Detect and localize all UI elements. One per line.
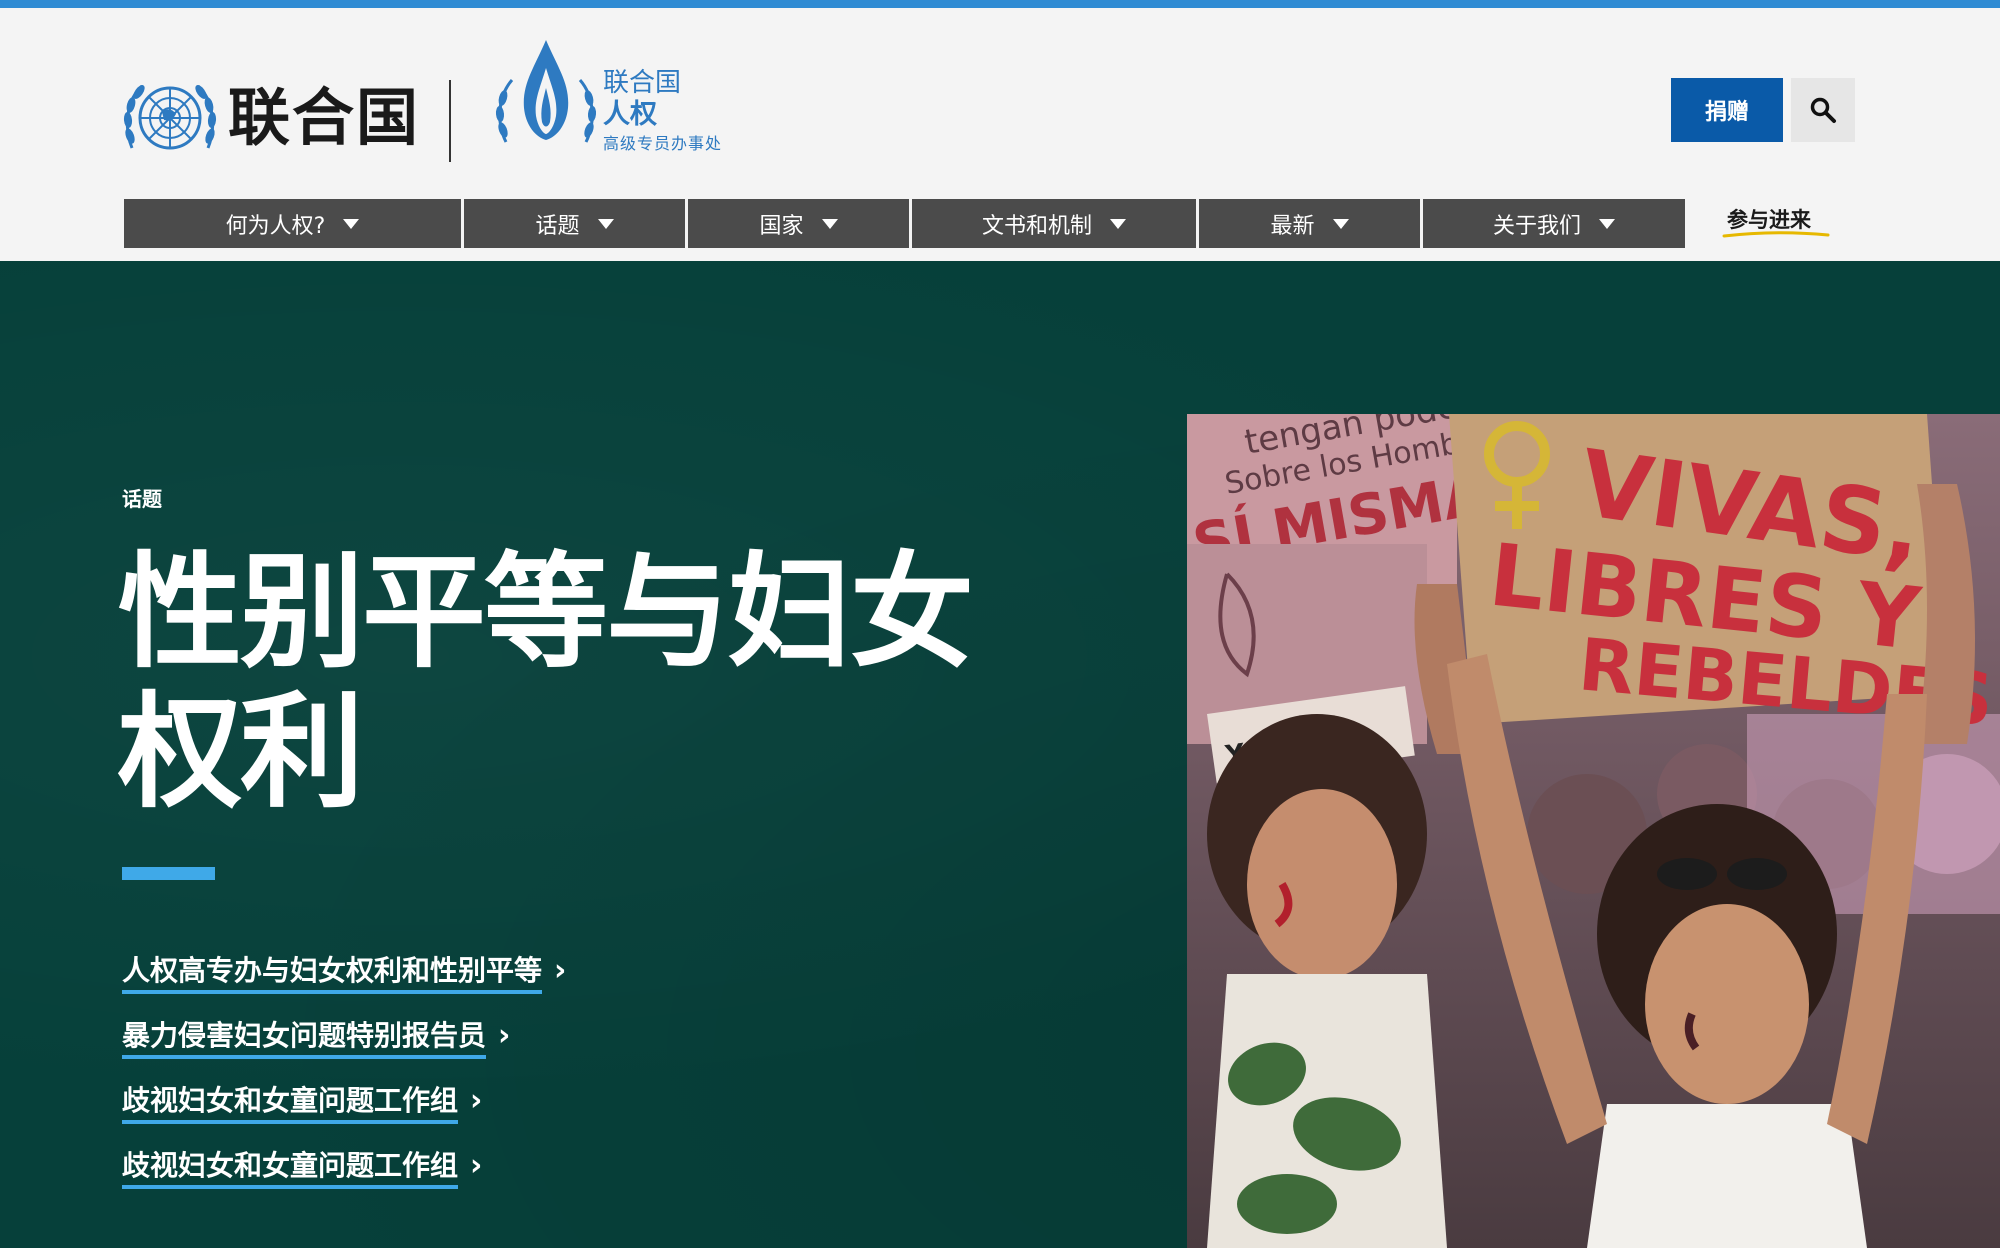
hero-link-label: 歧视妇女和女童问题工作组 <box>122 1149 459 1189</box>
main-nav: 何为人权? 话题 国家 文书和机制 最新 关于我们 <box>124 199 1685 248</box>
nav-item-instruments[interactable]: 文书和机制 <box>912 199 1196 248</box>
engage-underline-icon <box>1722 231 1830 238</box>
nav-item-label: 最新 <box>1270 213 1315 239</box>
hero-section: 话题 性别平等与妇女权利 人权高专办与妇女权利和性别平等 › 暴力侵害妇女问题特… <box>0 261 2000 1248</box>
nav-item-label: 何为人权? <box>225 213 326 239</box>
hero-link-working-group-2[interactable]: 歧视妇女和女童问题工作组 › <box>122 1136 566 1201</box>
hero-photo: tengan poder Sobre los Hombres SÍ MISMAS… <box>1187 414 2000 1248</box>
caret-down-icon <box>1332 218 1349 229</box>
chevron-right-icon: › <box>470 1083 483 1118</box>
hero-link-special-rapporteur[interactable]: 暴力侵害妇女问题特别报告员 › <box>122 1006 566 1071</box>
caret-down-icon <box>343 218 360 229</box>
un-emblem-icon[interactable] <box>122 78 218 158</box>
engage-link[interactable]: 参与进来 <box>1727 204 1811 234</box>
page-title: 性别平等与妇女权利 <box>118 541 974 825</box>
nav-item-what-are-human-rights[interactable]: 何为人权? <box>124 199 461 248</box>
ohchr-flame-icon[interactable] <box>494 38 598 154</box>
hero-link-ohchr-women[interactable]: 人权高专办与妇女权利和性别平等 › <box>122 941 566 1006</box>
site-header: 联合国 联合国 人权 高级专员办事处 捐赠 何为人权? 话题 国家 文书和机制 … <box>0 8 2000 261</box>
title-accent-bar <box>122 867 215 880</box>
un-wordmark[interactable]: 联合国 <box>228 82 420 154</box>
ohchr-name-line2[interactable]: 人权 <box>603 100 657 130</box>
logo-divider <box>449 80 451 162</box>
hero-link-label: 暴力侵害妇女问题特别报告员 <box>122 1019 487 1059</box>
chevron-right-icon: › <box>554 953 567 988</box>
nav-item-topics[interactable]: 话题 <box>464 199 685 248</box>
chevron-right-icon: › <box>498 1018 511 1053</box>
nav-item-about-us[interactable]: 关于我们 <box>1423 199 1685 248</box>
ohchr-name-line3[interactable]: 高级专员办事处 <box>603 134 722 154</box>
ohchr-name-line1[interactable]: 联合国 <box>603 68 681 98</box>
chevron-right-icon: › <box>470 1148 483 1183</box>
hero-links: 人权高专办与妇女权利和性别平等 › 暴力侵害妇女问题特别报告员 › 歧视妇女和女… <box>122 941 566 1201</box>
caret-down-icon <box>597 218 614 229</box>
nav-item-countries[interactable]: 国家 <box>688 199 909 248</box>
nav-item-label: 话题 <box>535 213 580 239</box>
hero-link-label: 歧视妇女和女童问题工作组 <box>122 1084 459 1124</box>
hero-link-label: 人权高专办与妇女权利和性别平等 <box>122 954 543 994</box>
hero-link-working-group[interactable]: 歧视妇女和女童问题工作组 › <box>122 1071 566 1136</box>
topic-eyebrow[interactable]: 话题 <box>122 483 162 512</box>
caret-down-icon <box>1599 218 1615 229</box>
caret-down-icon <box>1110 218 1126 229</box>
nav-item-label: 关于我们 <box>1492 213 1581 239</box>
caret-down-icon <box>821 218 838 229</box>
search-button[interactable] <box>1791 78 1855 142</box>
search-icon <box>1810 97 1836 123</box>
nav-item-label: 国家 <box>759 213 804 239</box>
donate-button[interactable]: 捐赠 <box>1671 78 1783 142</box>
top-accent-line <box>0 0 2000 8</box>
nav-item-label: 文书和机制 <box>981 213 1092 239</box>
nav-item-latest[interactable]: 最新 <box>1199 199 1420 248</box>
